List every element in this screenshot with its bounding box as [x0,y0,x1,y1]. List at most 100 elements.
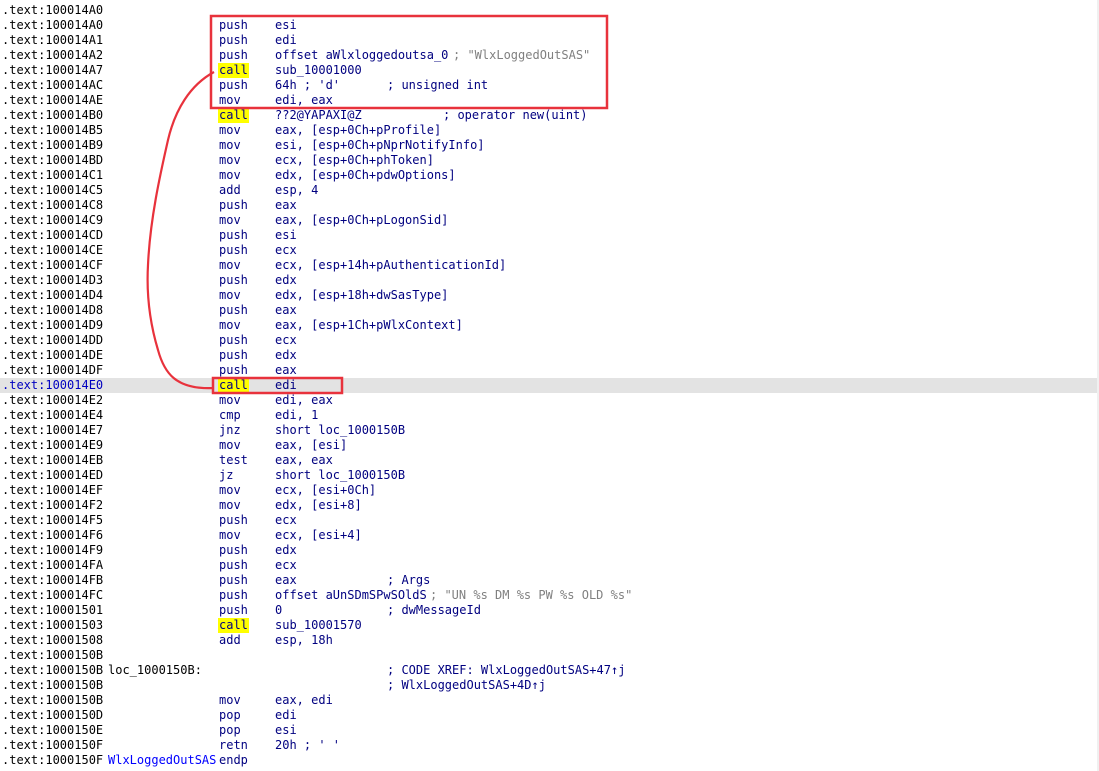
instruction-operands[interactable]: short loc_1000150B [275,423,405,438]
instruction-operands[interactable]: sub_10001000 [275,63,362,78]
instruction-operands[interactable]: eax, [esp+0Ch+pLogonSid] [275,213,448,228]
code-line[interactable]: .text:100014ED jz short loc_1000150B [0,468,1099,483]
instruction-operands[interactable]: ecx, [esp+0Ch+phToken] [275,153,434,168]
code-line[interactable]: .text:100014DD push ecx [0,333,1099,348]
instruction-operands[interactable]: edx, [esp+18h+dwSasType] [275,288,448,303]
instruction-operands[interactable]: eax [275,573,297,588]
instruction-operands[interactable]: ecx, [esp+14h+pAuthenticationId] [275,258,506,273]
instruction-operands[interactable]: edi [275,33,297,48]
code-line[interactable]: .text:1000150B [0,648,1099,663]
instruction-operands[interactable]: 64h ; 'd' [275,78,340,93]
instruction-operands[interactable]: edx, [esp+0Ch+pdwOptions] [275,168,456,183]
code-line[interactable]: .text:100014EF mov ecx, [esi+0Ch] [0,483,1099,498]
code-line[interactable]: .text:100014C5 add esp, 4 [0,183,1099,198]
instruction-operands[interactable]: esp, 4 [275,183,318,198]
instruction-operands[interactable]: edi [275,378,297,393]
instruction-operands[interactable]: 0 [275,603,282,618]
code-line[interactable]: .text:100014C1 mov edx, [esp+0Ch+pdwOption… [0,168,1099,183]
code-line[interactable]: .text:100014FB push eax ; Args [0,573,1099,588]
code-line[interactable]: .text:100014A7 call sub_10001000 [0,63,1099,78]
code-line[interactable]: .text:100014EB test eax, eax [0,453,1099,468]
instruction-operands[interactable]: eax, edi [275,693,333,708]
code-line[interactable]: .text:1000150E pop esi [0,723,1099,738]
instruction-operands[interactable]: ecx [275,333,297,348]
code-line[interactable]: .text:100014D9 mov eax, [esp+1Ch+pWlxConte… [0,318,1099,333]
instruction-operands[interactable]: esp, 18h [275,633,333,648]
instruction-operands[interactable]: short loc_1000150B [275,468,405,483]
code-line[interactable]: .text:100014E4 cmp edi, 1 [0,408,1099,423]
code-line[interactable]: .text:10001501 push 0 ; dwMessageId [0,603,1099,618]
code-line[interactable]: .text:100014D8 push eax [0,303,1099,318]
code-line[interactable]: .text:100014B5 mov eax, [esp+0Ch+pProfile] [0,123,1099,138]
instruction-operands[interactable]: eax [275,363,297,378]
code-line[interactable]: .text:100014B0 call ??2@YAPAXI@Z ; operator… [0,108,1099,123]
code-line[interactable]: .text:100014B9 mov esi, [esp+0Ch+pNprNotif… [0,138,1099,153]
instruction-operands[interactable]: ??2@YAPAXI@Z [275,108,362,123]
code-line[interactable]: .text:100014F5 push ecx [0,513,1099,528]
instruction-operands[interactable]: sub_10001570 [275,618,362,633]
instruction-operands[interactable]: ecx, [esi+0Ch] [275,483,376,498]
code-label[interactable]: WlxLoggedOutSAS [108,753,216,768]
instruction-operands[interactable]: ecx, [esi+4] [275,528,362,543]
code-line[interactable]: .text:1000150B mov eax, edi [0,693,1099,708]
code-line[interactable]: .text:100014A0 [0,3,1099,18]
instruction-operands[interactable]: offset aUnSDmSPwSOldS [275,588,427,603]
code-line[interactable]: .text:100014CF mov ecx, [esp+14h+pAuthenti… [0,258,1099,273]
instruction-operands[interactable]: ecx [275,558,297,573]
instruction-operands[interactable]: esi [275,228,297,243]
instruction-operands[interactable]: esi [275,723,297,738]
code-line[interactable]: .text:100014FC push offset aUnSDmSPwSOldS;… [0,588,1099,603]
code-line[interactable]: .text:100014E7 jnz short loc_1000150B [0,423,1099,438]
code-line[interactable]: .text:100014DF push eax [0,363,1099,378]
code-line[interactable]: .text:10001508 add esp, 18h [0,633,1099,648]
instruction-operands[interactable]: edi [275,708,297,723]
instruction-operands[interactable]: eax, [esp+1Ch+pWlxContext] [275,318,463,333]
code-line[interactable]: .text:100014C8 push eax [0,198,1099,213]
instruction-operands[interactable]: eax, eax [275,453,333,468]
code-line[interactable]: .text:100014F9 push edx [0,543,1099,558]
code-line[interactable]: .text:100014C9 mov eax, [esp+0Ch+pLogonSid… [0,213,1099,228]
code-line[interactable]: .text:100014A0 push esi [0,18,1099,33]
code-line[interactable]: .text:10001503 call sub_10001570 [0,618,1099,633]
instruction-operands[interactable]: 20h ; ' ' [275,738,340,753]
instruction-operands[interactable]: eax, [esp+0Ch+pProfile] [275,123,441,138]
code-line[interactable]: .text:100014A2 push offset aWlxloggedoutsa… [0,48,1099,63]
code-line[interactable]: .text:1000150D pop edi [0,708,1099,723]
instruction-operands[interactable]: offset aWlxloggedoutsa_0 [275,48,448,63]
code-line[interactable]: .text:100014BD mov ecx, [esp+0Ch+phToken] [0,153,1099,168]
instruction-operands[interactable]: edi, eax [275,393,333,408]
code-line[interactable]: .text:100014E9 mov eax, [esi] [0,438,1099,453]
code-line[interactable]: .text:100014D3 push edx [0,273,1099,288]
instruction-operands[interactable]: eax [275,303,297,318]
disassembly-view[interactable]: .text:100014A0 .text:100014A0 push esi .text… [0,0,1099,771]
code-line[interactable]: .text:1000150F WlxLoggedOutSAS endp [0,753,1099,768]
code-line[interactable]: .text:100014F2 mov edx, [esi+8] [0,498,1099,513]
code-line[interactable]: .text:100014F6 mov ecx, [esi+4] [0,528,1099,543]
code-line[interactable]: .text:100014D4 mov edx, [esp+18h+dwSasType… [0,288,1099,303]
code-line[interactable]: .text:1000150F retn 20h ; ' ' [0,738,1099,753]
instruction-operands[interactable]: esi [275,18,297,33]
code-line[interactable]: .text:100014AE mov edi, eax [0,93,1099,108]
instruction-operands[interactable]: eax [275,198,297,213]
code-line[interactable]: .text:1000150B ; WlxLoggedOutSAS+4D↑j [0,678,1099,693]
instruction-operands[interactable]: edi, 1 [275,408,318,423]
code-line[interactable]: .text:1000150B loc_1000150B: ; CODE XREF: … [0,663,1099,678]
code-line[interactable]: .text:100014DE push edx [0,348,1099,363]
instruction-operands[interactable]: ecx [275,243,297,258]
instruction-operands[interactable]: edi, eax [275,93,333,108]
instruction-operands[interactable]: eax, [esi] [275,438,347,453]
code-line[interactable]: .text:100014FA push ecx [0,558,1099,573]
code-line[interactable]: .text:100014AC push 64h ; 'd' ; unsigned in… [0,78,1099,93]
instruction-operands[interactable]: esi, [esp+0Ch+pNprNotifyInfo] [275,138,485,153]
code-line[interactable]: .text:100014E2 mov edi, eax [0,393,1099,408]
instruction-operands[interactable]: ecx [275,513,297,528]
instruction-operands[interactable]: edx [275,273,297,288]
instruction-operands[interactable]: edx [275,543,297,558]
code-line[interactable]: .text:100014A1 push edi [0,33,1099,48]
code-line[interactable]: .text:100014E0 call edi [0,378,1099,393]
code-label[interactable]: loc_1000150B: [108,663,202,678]
code-line[interactable]: .text:100014CE push ecx [0,243,1099,258]
code-line[interactable]: .text:100014CD push esi [0,228,1099,243]
instruction-operands[interactable]: edx [275,348,297,363]
instruction-operands[interactable]: edx, [esi+8] [275,498,362,513]
